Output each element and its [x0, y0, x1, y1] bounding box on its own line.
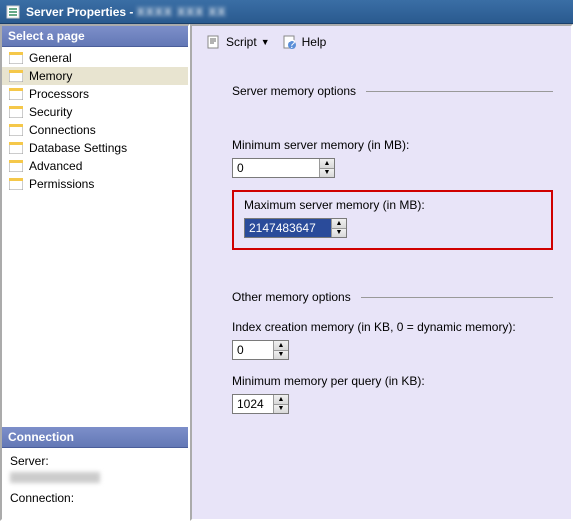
section-label: Other memory options: [232, 290, 351, 304]
sidebar-item-label: General: [29, 51, 72, 65]
page-icon: [8, 69, 24, 83]
page-icon: [8, 141, 24, 155]
server-name-obscured: XXXX XXX XX: [137, 5, 227, 19]
section-server-memory: Server memory options: [232, 84, 553, 98]
page-icon: [8, 105, 24, 119]
script-icon: [206, 34, 222, 50]
toolbar: Script ▼ ? Help: [192, 26, 571, 62]
sidebar-item-permissions[interactable]: Permissions: [2, 175, 188, 193]
section-other-memory: Other memory options: [232, 290, 553, 304]
max-memory-label: Maximum server memory (in MB):: [244, 198, 541, 212]
spinner-buttons[interactable]: ▲▼: [331, 219, 346, 237]
divider: [366, 91, 553, 92]
server-value-obscured: [10, 472, 100, 483]
sidebar-item-advanced[interactable]: Advanced: [2, 157, 188, 175]
query-memory-label: Minimum memory per query (in KB):: [232, 374, 553, 388]
sidebar-item-processors[interactable]: Processors: [2, 85, 188, 103]
main-panel: Script ▼ ? Help Server memory options Mi…: [190, 24, 573, 521]
page-icon: [8, 159, 24, 173]
spinner-buttons[interactable]: ▲▼: [319, 159, 334, 177]
down-arrow-icon[interactable]: ▼: [320, 169, 334, 178]
app-icon: [6, 5, 20, 19]
max-memory-spinner[interactable]: ▲▼: [244, 218, 347, 238]
connection-info: Server: Connection:: [2, 448, 188, 519]
min-memory-spinner[interactable]: ▲▼: [232, 158, 335, 178]
sidebar-item-database-settings[interactable]: Database Settings: [2, 139, 188, 157]
query-memory-input[interactable]: [233, 395, 273, 413]
sidebar-item-label: Security: [29, 105, 72, 119]
index-memory-input[interactable]: [233, 341, 273, 359]
sidebar-item-memory[interactable]: Memory: [2, 67, 188, 85]
max-memory-input[interactable]: [245, 219, 331, 237]
section-label: Server memory options: [232, 84, 356, 98]
window-title: Server Properties -: [26, 5, 137, 19]
window-titlebar: Server Properties - XXXX XXX XX: [0, 0, 573, 24]
sidebar-item-security[interactable]: Security: [2, 103, 188, 121]
sidebar-item-label: Processors: [29, 87, 89, 101]
page-icon: [8, 177, 24, 191]
index-memory-label: Index creation memory (in KB, 0 = dynami…: [232, 320, 553, 334]
server-label: Server:: [10, 454, 180, 468]
sidebar-item-label: Database Settings: [29, 141, 127, 155]
sidebar-item-general[interactable]: General: [2, 49, 188, 67]
up-arrow-icon[interactable]: ▲: [274, 395, 288, 405]
page-icon: [8, 123, 24, 137]
connection-header: Connection: [2, 427, 188, 448]
page-list: General Memory Processors Security Conne…: [2, 47, 188, 195]
page-icon: [8, 51, 24, 65]
down-arrow-icon[interactable]: ▼: [274, 351, 288, 360]
sidebar-spacer: [2, 195, 188, 427]
sidebar-item-label: Advanced: [29, 159, 82, 173]
down-arrow-icon[interactable]: ▼: [274, 405, 288, 414]
help-icon: ?: [282, 34, 298, 50]
sidebar-item-label: Memory: [29, 69, 72, 83]
min-memory-label: Minimum server memory (in MB):: [232, 138, 553, 152]
spinner-buttons[interactable]: ▲▼: [273, 395, 288, 413]
sidebar-item-connections[interactable]: Connections: [2, 121, 188, 139]
spinner-buttons[interactable]: ▲▼: [273, 341, 288, 359]
sidebar-header: Select a page: [2, 26, 188, 47]
sidebar: Select a page General Memory Processors …: [0, 24, 190, 521]
up-arrow-icon[interactable]: ▲: [332, 219, 346, 229]
script-label: Script: [226, 35, 257, 49]
query-memory-spinner[interactable]: ▲▼: [232, 394, 289, 414]
help-button[interactable]: ? Help: [278, 32, 331, 52]
sidebar-item-label: Connections: [29, 123, 96, 137]
sidebar-item-label: Permissions: [29, 177, 94, 191]
svg-text:?: ?: [288, 37, 295, 49]
script-button[interactable]: Script ▼: [202, 32, 274, 52]
content: Server memory options Minimum server mem…: [192, 62, 571, 414]
index-memory-spinner[interactable]: ▲▼: [232, 340, 289, 360]
up-arrow-icon[interactable]: ▲: [320, 159, 334, 169]
max-memory-highlight: Maximum server memory (in MB): ▲▼: [232, 190, 553, 250]
min-memory-input[interactable]: [233, 159, 319, 177]
divider: [361, 297, 553, 298]
down-arrow-icon[interactable]: ▼: [332, 229, 346, 238]
up-arrow-icon[interactable]: ▲: [274, 341, 288, 351]
connection-label: Connection:: [10, 491, 180, 505]
help-label: Help: [302, 35, 327, 49]
page-icon: [8, 87, 24, 101]
chevron-down-icon: ▼: [261, 37, 270, 47]
